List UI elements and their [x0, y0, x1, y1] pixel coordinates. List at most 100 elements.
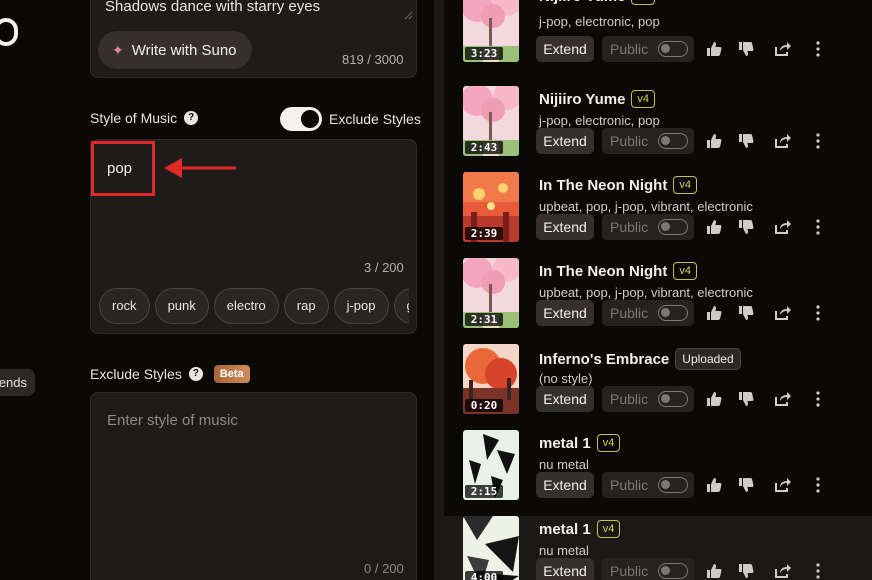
extend-button[interactable]: Extend — [536, 472, 594, 498]
thumbs-down-icon[interactable] — [737, 132, 755, 150]
song-duration: 4:00 — [465, 571, 503, 580]
share-icon[interactable] — [773, 476, 791, 494]
thumbs-up-icon[interactable] — [705, 304, 723, 322]
thumbs-down-icon[interactable] — [737, 40, 755, 58]
song-cover-art[interactable]: 2:39 — [463, 172, 519, 242]
thumbs-down-icon[interactable] — [737, 476, 755, 494]
share-icon[interactable] — [773, 218, 791, 236]
song-cover-art[interactable]: 0:20 — [463, 344, 519, 414]
share-icon[interactable] — [773, 562, 791, 580]
resize-grip-icon[interactable] — [403, 10, 413, 20]
song-title[interactable]: In The Neon Night — [539, 177, 667, 194]
public-toggle[interactable]: Public — [602, 472, 694, 498]
public-switch[interactable] — [658, 477, 688, 493]
song-cover-art[interactable]: 2:31 — [463, 258, 519, 328]
song-title[interactable]: Inferno's Embrace — [539, 351, 669, 368]
switch-knob — [661, 222, 670, 231]
write-with-suno-button[interactable]: ✦ Write with Suno — [98, 31, 252, 69]
public-switch[interactable] — [658, 219, 688, 235]
share-icon[interactable] — [773, 132, 791, 150]
song-cover-art[interactable]: 2:43 — [463, 86, 519, 156]
switch-knob — [661, 480, 670, 489]
more-options-icon[interactable] — [809, 390, 827, 408]
help-icon[interactable]: ? — [184, 111, 199, 125]
thumbs-down-icon[interactable] — [737, 562, 755, 580]
share-icon[interactable] — [773, 304, 791, 322]
song-title[interactable]: In The Neon Night — [539, 263, 667, 280]
more-options-icon[interactable] — [809, 304, 827, 322]
public-toggle[interactable]: Public — [602, 558, 694, 580]
public-switch[interactable] — [658, 305, 688, 321]
thumbs-up-icon[interactable] — [705, 132, 723, 150]
more-options-icon[interactable] — [809, 40, 827, 58]
share-icon[interactable] — [773, 40, 791, 58]
more-options-icon[interactable] — [809, 218, 827, 236]
public-switch[interactable] — [658, 41, 688, 57]
more-options-icon[interactable] — [809, 476, 827, 494]
style-tag[interactable]: electro — [213, 288, 279, 324]
public-switch[interactable] — [658, 133, 688, 149]
extend-button[interactable]: Extend — [536, 300, 594, 326]
song-tags[interactable]: nu metal — [539, 457, 589, 472]
song-tags[interactable]: (no style) — [539, 371, 592, 386]
switch-knob — [661, 394, 670, 403]
extend-button[interactable]: Extend — [536, 36, 594, 62]
more-options-icon[interactable] — [809, 132, 827, 150]
song-row[interactable]: 3:23 Nijiiro Yume v4 j-pop, electronic, p… — [444, 0, 872, 86]
extend-button[interactable]: Extend — [536, 386, 594, 412]
song-cover-art[interactable]: 4:00 — [463, 516, 519, 580]
style-tag[interactable]: j-pop — [333, 288, 389, 324]
song-cover-art[interactable]: 3:23 — [463, 0, 519, 62]
thumbs-up-icon[interactable] — [705, 562, 723, 580]
thumbs-up-icon[interactable] — [705, 476, 723, 494]
song-row[interactable]: 2:39 In The Neon Night v4 upbeat, pop, j-… — [444, 172, 872, 258]
thumbs-down-icon[interactable] — [737, 390, 755, 408]
style-of-music-heading: Style of Music ? — [90, 110, 199, 126]
style-tag[interactable]: punk — [154, 288, 209, 324]
song-row[interactable]: 2:43 Nijiiro Yume v4 j-pop, electronic, p… — [444, 86, 872, 172]
song-cover-art[interactable]: 2:15 — [463, 430, 519, 500]
app-logo[interactable] — [0, 18, 18, 46]
song-tags[interactable]: j-pop, electronic, pop — [539, 14, 660, 29]
song-title[interactable]: metal 1 — [539, 521, 591, 538]
song-row[interactable]: 0:20 Inferno's Embrace Uploaded (no style… — [444, 344, 872, 430]
song-tags[interactable]: j-pop, electronic, pop — [539, 113, 660, 128]
thumbs-down-icon[interactable] — [737, 304, 755, 322]
song-tags[interactable]: upbeat, pop, j-pop, vibrant, electronic — [539, 285, 753, 300]
style-of-music-label: Style of Music — [90, 110, 178, 126]
style-suggestion-tags: rock punk electro rap j-pop ge — [99, 288, 409, 326]
public-toggle[interactable]: Public — [602, 36, 694, 62]
song-tags[interactable]: nu metal — [539, 543, 589, 558]
extend-button[interactable]: Extend — [536, 128, 594, 154]
trends-tooltip[interactable]: ends — [0, 369, 35, 396]
help-icon[interactable]: ? — [188, 367, 203, 381]
song-title[interactable]: Nijiiro Yume — [539, 91, 625, 108]
song-tags[interactable]: upbeat, pop, j-pop, vibrant, electronic — [539, 199, 753, 214]
exclude-styles-toggle-label[interactable]: Exclude Styles — [329, 111, 421, 127]
song-row[interactable]: 2:15 metal 1 v4 nu metal Extend Public — [444, 430, 872, 516]
song-title[interactable]: metal 1 — [539, 435, 591, 452]
thumbs-up-icon[interactable] — [705, 40, 723, 58]
thumbs-up-icon[interactable] — [705, 218, 723, 236]
panel-divider[interactable] — [434, 0, 444, 580]
style-tag[interactable]: rap — [283, 288, 329, 324]
extend-button[interactable]: Extend — [536, 214, 594, 240]
public-toggle[interactable]: Public — [602, 386, 694, 412]
style-tag[interactable]: ge — [393, 288, 409, 324]
public-toggle[interactable]: Public — [602, 128, 694, 154]
extend-button[interactable]: Extend — [536, 558, 594, 580]
public-label: Public — [610, 563, 649, 579]
public-switch[interactable] — [658, 563, 688, 579]
exclude-styles-toggle[interactable] — [280, 107, 322, 131]
more-options-icon[interactable] — [809, 562, 827, 580]
thumbs-down-icon[interactable] — [737, 218, 755, 236]
song-row[interactable]: 2:31 In The Neon Night v4 upbeat, pop, j-… — [444, 258, 872, 344]
song-row[interactable]: 4:00 metal 1 v4 nu metal Extend Public — [444, 516, 872, 580]
public-switch[interactable] — [658, 391, 688, 407]
thumbs-up-icon[interactable] — [705, 390, 723, 408]
song-title[interactable]: Nijiiro Yume — [539, 0, 625, 5]
public-toggle[interactable]: Public — [602, 214, 694, 240]
share-icon[interactable] — [773, 390, 791, 408]
style-tag[interactable]: rock — [99, 288, 150, 324]
public-toggle[interactable]: Public — [602, 300, 694, 326]
